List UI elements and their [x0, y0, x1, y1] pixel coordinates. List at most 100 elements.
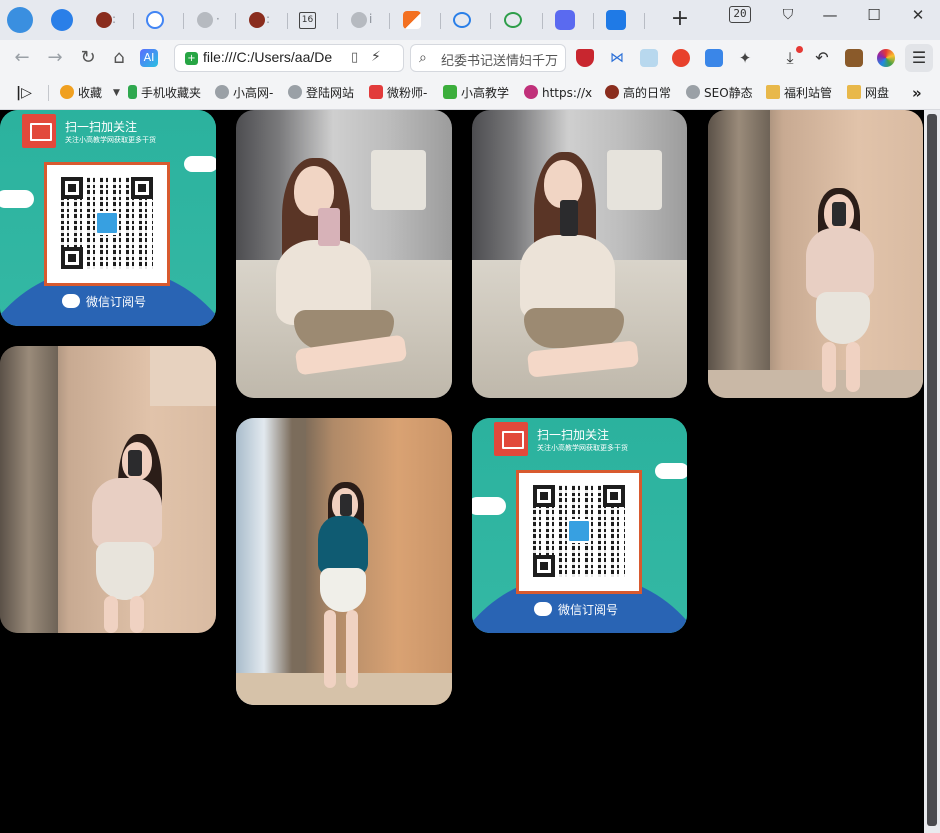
- mail-icon[interactable]: [705, 49, 723, 67]
- wall-shelf: [371, 150, 426, 210]
- sidebar-toggle-icon[interactable]: |▷: [16, 84, 32, 102]
- curtain: [236, 418, 306, 705]
- ai-extension-icon[interactable]: AI: [140, 49, 158, 67]
- floor: [708, 370, 923, 398]
- browser-logo-icon[interactable]: [7, 7, 33, 33]
- tab-telegram-icon[interactable]: [51, 9, 73, 31]
- translate-icon[interactable]: ⋈: [608, 49, 626, 67]
- tab-orange-icon[interactable]: [403, 11, 421, 29]
- curtain: [0, 346, 58, 633]
- cloud-ext-icon[interactable]: [640, 49, 658, 67]
- bookmark-item[interactable]: 小高网-: [215, 84, 277, 102]
- tab-avatar-icon[interactable]: [249, 12, 265, 28]
- tab-avatar-icon[interactable]: [96, 12, 112, 28]
- spiral-icon: [524, 85, 538, 99]
- qr-code: [533, 485, 625, 577]
- gallery-photo[interactable]: [472, 110, 687, 398]
- qr-code: [61, 177, 153, 269]
- wechat-label: 微信订阅号: [62, 293, 146, 310]
- qr-title: 扫一扫加关注: [537, 428, 610, 442]
- qr-card[interactable]: 扫一扫加关注 关注小高教学网获取更多干货 微信订阅号: [472, 418, 687, 633]
- tab-google-icon[interactable]: [146, 11, 164, 29]
- bookmark-item[interactable]: 微粉师-: [369, 84, 431, 102]
- gallery-photo[interactable]: [708, 110, 923, 398]
- gallery-photo[interactable]: [236, 110, 452, 398]
- maximize-button[interactable]: ☐: [862, 4, 886, 26]
- bookmark-item[interactable]: 高的日常: [605, 84, 673, 102]
- bolt-icon[interactable]: ⚡: [371, 49, 381, 65]
- phone-icon: [128, 85, 137, 99]
- cloud-icon: [0, 190, 34, 208]
- extensions-icon[interactable]: ✦: [736, 49, 754, 67]
- coupon-icon: [369, 85, 383, 99]
- wechat-icon: [62, 294, 80, 308]
- page-content: 扫一扫加关注 关注小高教学网获取更多干货 微信订阅号 扫一扫加关注 关注小高教学…: [0, 110, 924, 833]
- phone: [560, 200, 578, 236]
- more-bookmarks-icon[interactable]: »: [912, 84, 922, 102]
- barcode-icon: [494, 422, 528, 456]
- tab-count-badge[interactable]: 20: [729, 6, 751, 23]
- undo-icon[interactable]: ↶: [813, 49, 831, 67]
- globe-icon: [215, 85, 229, 99]
- tab-app-icon[interactable]: [606, 10, 626, 30]
- cloud-icon: [472, 497, 506, 515]
- curtain: [708, 110, 770, 398]
- shirt-icon[interactable]: ⛉: [776, 4, 800, 26]
- menu-button[interactable]: ☰: [905, 44, 933, 72]
- shield-icon[interactable]: [576, 49, 594, 67]
- bookmark-item[interactable]: 手机收藏夹: [128, 84, 206, 102]
- bookmark-item[interactable]: 网盘: [847, 84, 897, 102]
- bookmark-item[interactable]: https://x: [524, 84, 592, 102]
- qr-logo: [567, 519, 591, 543]
- phone: [340, 494, 352, 516]
- vertical-scrollbar[interactable]: [924, 110, 940, 833]
- page-secure-icon: +: [185, 52, 198, 65]
- tab-app-icon[interactable]: [555, 10, 575, 30]
- ai-assistant-icon[interactable]: [877, 49, 895, 67]
- wechat-icon: [534, 602, 552, 616]
- bookmark-item[interactable]: SEO静态: [686, 84, 754, 102]
- bookmark-item[interactable]: 小高教学: [443, 84, 509, 102]
- qr-subtitle: 关注小高教学网获取更多干货: [65, 136, 156, 144]
- globe-icon: [686, 85, 700, 99]
- barcode-icon: [22, 114, 56, 148]
- phone: [128, 450, 142, 476]
- toolbar: ← → ↻ ⌂ AI + file:///C:/Users/aa/De ▯ ⚡ …: [0, 40, 940, 76]
- search-box[interactable]: ⌕ 纪委书记送情妇千万: [410, 44, 566, 72]
- tab-calendar-icon[interactable]: 16: [299, 12, 316, 29]
- tab-cloud-icon[interactable]: [504, 12, 522, 28]
- home-button[interactable]: ⌂: [107, 46, 131, 70]
- tab-cloud-icon[interactable]: [453, 12, 471, 28]
- gallery-photo[interactable]: [236, 418, 452, 705]
- bookmark-item[interactable]: 登陆网站: [288, 84, 356, 102]
- bookmarks-bar: |▷ 收藏 ▼ 手机收藏夹 小高网- 登陆网站 微粉师- 小高教学 https:…: [0, 76, 940, 110]
- close-button[interactable]: ✕: [906, 4, 930, 26]
- qr-subtitle: 关注小高教学网获取更多干货: [537, 444, 628, 452]
- forward-button[interactable]: →: [43, 46, 67, 70]
- cloud-icon: [184, 156, 216, 172]
- reload-button[interactable]: ↻: [76, 46, 100, 70]
- new-tab-button[interactable]: +: [668, 7, 692, 33]
- star-icon: [60, 85, 74, 99]
- briefcase-icon[interactable]: [845, 49, 863, 67]
- tab-globe-icon[interactable]: [197, 12, 213, 28]
- bookmark-item[interactable]: 福利站管: [766, 84, 834, 102]
- qr-code-frame: [44, 162, 170, 286]
- address-url[interactable]: file:///C:/Users/aa/De: [203, 49, 332, 65]
- folder-icon: [766, 85, 780, 99]
- tab-globe-icon[interactable]: [351, 12, 367, 28]
- minimize-button[interactable]: —: [818, 4, 842, 26]
- back-button[interactable]: ←: [10, 46, 34, 70]
- scrollbar-thumb[interactable]: [927, 114, 937, 826]
- bookmark-item[interactable]: 收藏: [60, 84, 110, 102]
- floor: [236, 673, 452, 705]
- qr-card[interactable]: 扫一扫加关注 关注小高教学网获取更多干货 微信订阅号: [0, 110, 216, 326]
- search-icon: ⌕: [419, 50, 427, 66]
- avatar-icon: [605, 85, 619, 99]
- search-input[interactable]: 纪委书记送情妇千万: [441, 50, 558, 69]
- gallery-photo[interactable]: [0, 346, 216, 633]
- chevron-down-icon[interactable]: ▼: [113, 84, 120, 102]
- address-bar[interactable]: + file:///C:/Users/aa/De ▯ ⚡: [174, 44, 404, 72]
- phone: [832, 202, 846, 226]
- weibo-icon[interactable]: [672, 49, 690, 67]
